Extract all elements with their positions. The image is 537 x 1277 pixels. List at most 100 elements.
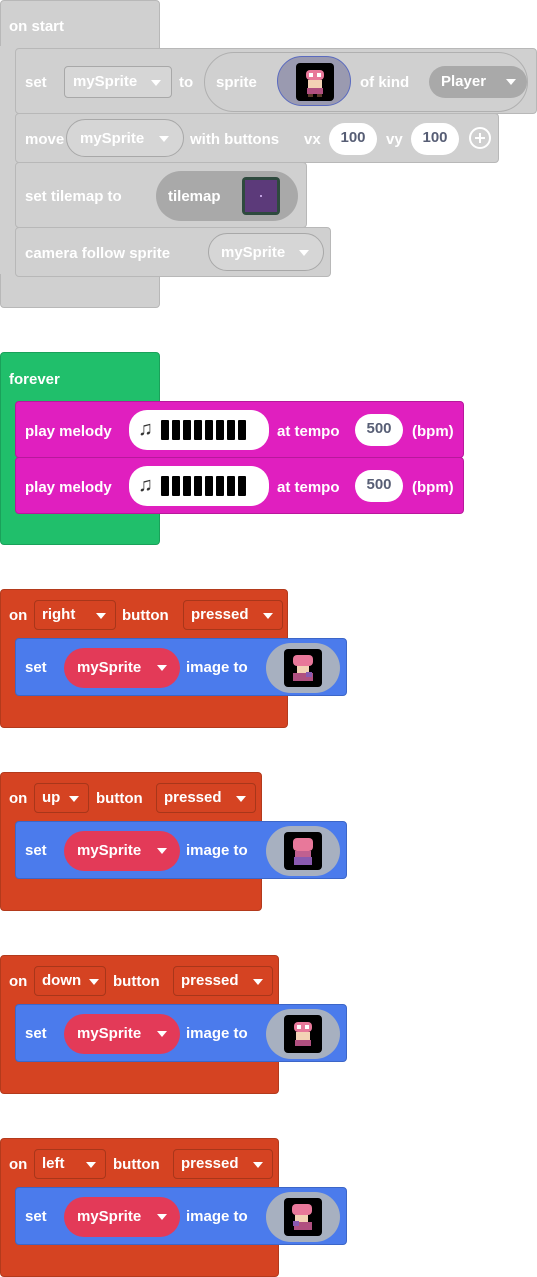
play-melody-block-1[interactable]: play melody ♫ at tempo 500 (bpm) [15,401,464,458]
event-dropdown[interactable]: pressed [173,966,273,996]
tempo-input[interactable]: 500 [355,470,403,502]
plus-circle-icon[interactable] [469,127,491,149]
set-sprite-block[interactable]: set mySprite to sprite of kind Player [15,48,537,114]
music-note-icon: ♫ [138,474,153,496]
move-variable-dropdown[interactable]: mySprite [66,119,184,157]
button-label: button [113,973,160,990]
variable-dropdown[interactable]: mySprite [64,66,172,98]
with-buttons-label: with buttons [190,131,280,148]
of-kind-label: of kind [360,74,410,91]
variable-name: mySprite [73,73,138,90]
variable-name: mySprite [77,659,142,676]
on-start-label: on start [9,18,65,35]
button-label: button [113,1156,160,1173]
button-dropdown[interactable]: right [34,600,116,630]
variable-name: mySprite [77,1025,142,1042]
image-field[interactable] [266,643,340,693]
chevron-down-icon [236,796,246,802]
tempo-input[interactable]: 500 [355,414,403,446]
set-label: set [25,1025,47,1042]
set-label: set [25,659,47,676]
button-label: button [96,790,143,807]
vx-label: vx [304,131,321,148]
chevron-down-icon [506,79,516,85]
sprite-image-field[interactable] [277,56,351,106]
image-to-label: image to [186,1208,248,1225]
vy-input[interactable]: 100 [411,123,459,155]
to-label: to [179,74,194,91]
event-value: pressed [181,972,239,989]
image-field[interactable] [266,1192,340,1242]
kind-value: Player [441,73,487,90]
set-image-block-down[interactable]: set mySprite image to [15,1004,347,1062]
image-field[interactable] [266,826,340,876]
chevron-down-icon [157,665,167,671]
set-image-block-left[interactable]: set mySprite image to [15,1187,347,1245]
bpm-label: (bpm) [412,423,454,440]
set-image-block-up[interactable]: set mySprite image to [15,821,347,879]
variable-dropdown[interactable]: mySprite [64,1014,180,1054]
button-dropdown[interactable]: down [34,966,106,996]
sprite-icon [296,63,334,101]
image-to-label: image to [186,659,248,676]
sprite-of-kind-reporter[interactable]: sprite of kind Player [204,52,528,112]
event-dropdown[interactable]: pressed [183,600,283,630]
on-label: on [9,1156,28,1173]
chevron-down-icon [157,848,167,854]
on-label: on [9,790,28,807]
forever-label: forever [9,371,60,388]
chevron-down-icon [299,250,309,256]
tilemap-thumbnail-icon[interactable] [242,177,280,215]
sprite-image-icon [284,649,322,687]
button-dropdown[interactable]: left [34,1149,106,1179]
variable-dropdown[interactable]: mySprite [64,1197,180,1237]
set-label: set [25,74,47,91]
button-value: down [42,972,82,989]
set-image-block-right[interactable]: set mySprite image to [15,638,347,696]
melody-field[interactable]: ♫ [129,410,269,450]
melody-field[interactable]: ♫ [129,466,269,506]
move-with-buttons-block[interactable]: move mySprite with buttons vx 100 vy 100 [15,113,499,163]
button-dropdown[interactable]: up [34,783,89,813]
play-melody-label: play melody [25,423,112,440]
event-dropdown[interactable]: pressed [173,1149,273,1179]
music-note-icon: ♫ [138,418,153,440]
button-value: right [42,606,76,623]
chevron-down-icon [157,1031,167,1037]
variable-name: mySprite [77,1208,142,1225]
at-tempo-label: at tempo [277,479,340,496]
variable-dropdown[interactable]: mySprite [64,831,180,871]
chevron-down-icon [253,1162,263,1168]
play-melody-label: play melody [25,479,112,496]
event-value: pressed [191,606,249,623]
chevron-down-icon [86,1162,96,1168]
button-label: button [122,607,169,624]
chevron-down-icon [151,80,161,86]
button-value: up [42,789,61,806]
image-field[interactable] [266,1009,340,1059]
move-label: move [25,131,65,148]
play-melody-block-2[interactable]: play melody ♫ at tempo 500 (bpm) [15,457,464,514]
set-label: set [25,1208,47,1225]
sprite-image-icon [284,1198,322,1236]
image-to-label: image to [186,1025,248,1042]
vx-input[interactable]: 100 [329,123,377,155]
tilemap-reporter[interactable]: tilemap [156,171,298,221]
event-dropdown[interactable]: pressed [156,783,256,813]
chevron-down-icon [89,979,99,985]
set-tilemap-label: set tilemap to [25,188,122,205]
sprite-label: sprite [216,74,257,91]
bpm-label: (bpm) [412,479,454,496]
variable-dropdown[interactable]: mySprite [64,648,180,688]
on-start-c-arm [0,46,16,274]
set-label: set [25,842,47,859]
image-to-label: image to [186,842,248,859]
kind-dropdown[interactable]: Player [429,66,527,98]
camera-follow-block[interactable]: camera follow sprite mySprite [15,227,331,277]
on-label: on [9,607,28,624]
chevron-down-icon [253,979,263,985]
chevron-down-icon [157,1214,167,1220]
camera-variable-dropdown[interactable]: mySprite [208,233,324,271]
set-tilemap-block[interactable]: set tilemap to tilemap [15,162,307,228]
at-tempo-label: at tempo [277,423,340,440]
